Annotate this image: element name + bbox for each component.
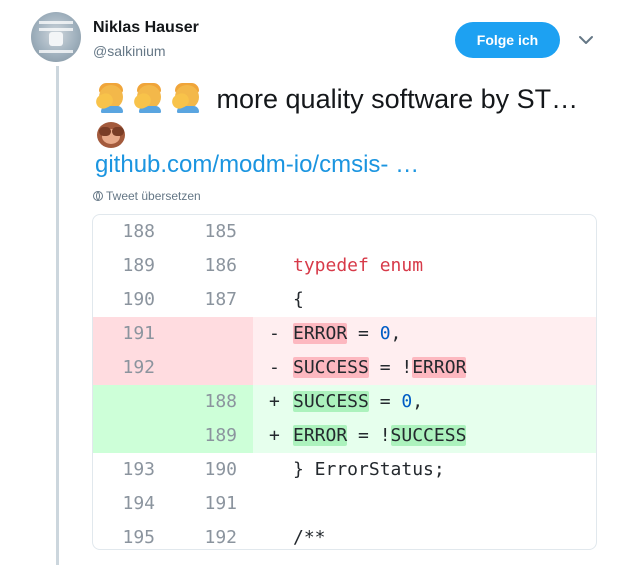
globe-icon (93, 191, 103, 201)
diff-row-deleted: 192 - SUCCESS = !ERROR (93, 351, 596, 385)
code-diff-image[interactable]: 188 185 189 186 typedef enum 190 187 { 1… (92, 214, 597, 550)
old-line-number: 188 (122, 221, 155, 242)
diff-row: 189 186 typedef enum (93, 249, 596, 283)
tweet-link-ellipsis: … (388, 151, 420, 178)
old-line-number: 190 (122, 289, 155, 310)
avatar-decoration (39, 50, 73, 53)
diff-row: 195 192 /** (93, 521, 596, 549)
avatar-chip (49, 32, 63, 46)
avatar-decoration (39, 28, 73, 31)
old-line-number: 195 (122, 527, 155, 548)
follow-button[interactable]: Folge ich (455, 22, 560, 58)
tweet-link[interactable]: github.com/modm-io/cmsis- … (95, 150, 419, 180)
translate-tweet[interactable]: Tweet übersetzen (93, 188, 201, 204)
see-no-evil-monkey-emoji (95, 120, 128, 150)
diff-row-added: 188 + SUCCESS = 0, (93, 385, 596, 419)
new-line-number: 191 (204, 493, 237, 514)
new-line-number: 192 (204, 527, 237, 548)
tweet-body-text: more quality software by ST… (216, 84, 579, 114)
diff-sign: - (269, 323, 280, 344)
facepalm-emoji (131, 82, 166, 113)
author-name[interactable]: Niklas Hauser (93, 18, 199, 38)
code-line: ERROR = 0, (293, 323, 402, 344)
old-line-number: 194 (122, 493, 155, 514)
new-line-number: 186 (204, 255, 237, 276)
diff-sign: - (269, 357, 280, 378)
diff-row: 190 187 { (93, 283, 596, 317)
diff-row: 193 190 } ErrorStatus; (93, 453, 596, 487)
old-line-number: 189 (122, 255, 155, 276)
new-line-number: 185 (204, 221, 237, 242)
author-handle[interactable]: @salkinium (93, 42, 166, 60)
chevron-down-icon[interactable] (578, 34, 594, 46)
translate-label: Tweet übersetzen (106, 189, 201, 203)
code-line: SUCCESS = 0, (293, 391, 424, 412)
code-line: /** (293, 527, 326, 548)
new-line-number: 190 (204, 459, 237, 480)
old-line-number: 191 (93, 317, 155, 351)
avatar[interactable] (31, 12, 81, 62)
diff-sign: + (269, 425, 280, 446)
code-line: ERROR = !SUCCESS (293, 425, 467, 446)
diff-row-added: 189 + ERROR = !SUCCESS (93, 419, 596, 453)
new-line-number: 189 (175, 419, 237, 453)
code-line: SUCCESS = !ERROR (293, 357, 467, 378)
new-line-number: 187 (204, 289, 237, 310)
code-line: typedef enum (293, 255, 424, 276)
old-line-number: 192 (93, 351, 155, 385)
code-line: } ErrorStatus; (293, 459, 445, 480)
facepalm-emoji (93, 82, 128, 113)
avatar-decoration (39, 21, 73, 24)
diff-row: 194 191 (93, 487, 596, 521)
facepalm-emoji (169, 82, 204, 113)
code-line: { (293, 289, 304, 310)
tweet-link-text: github.com/modm-io/cmsis- (95, 151, 389, 178)
new-line-number: 188 (175, 385, 237, 419)
diff-row: 188 185 (93, 215, 596, 249)
old-line-number: 193 (122, 459, 155, 480)
diff-sign: + (269, 391, 280, 412)
diff-row-deleted: 191 - ERROR = 0, (93, 317, 596, 351)
tweet-text: more quality software by ST… (93, 80, 600, 156)
thread-line (56, 66, 59, 565)
